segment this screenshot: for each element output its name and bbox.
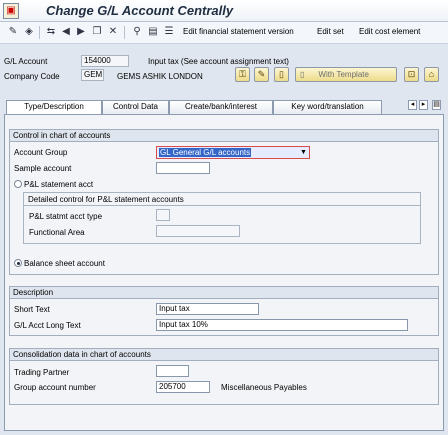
pl-acct-type-label: P&L statmt acct type: [29, 212, 103, 221]
balance-sheet-radio[interactable]: [14, 259, 22, 267]
display-change-icon[interactable]: ✎: [6, 25, 20, 39]
sample-account-label: Sample account: [14, 164, 72, 173]
divider: [23, 205, 421, 206]
pl-statement-label: P&L statement acct: [24, 180, 94, 189]
functional-area-label: Functional Area: [29, 228, 85, 237]
trash-icon[interactable]: ⌂: [424, 67, 439, 82]
control-group-title: Control in chart of accounts: [10, 130, 438, 142]
consolidation-group-title: Consolidation data in chart of accounts: [10, 349, 438, 361]
next-icon[interactable]: ▶: [74, 25, 88, 39]
company-code-label: Company Code: [4, 72, 60, 81]
consolidation-group: Consolidation data in chart of accounts: [9, 348, 439, 405]
sap-app-icon: ▣: [3, 3, 19, 19]
edit-set-button[interactable]: Edit set: [317, 27, 344, 36]
key-icon[interactable]: ⚿: [235, 67, 250, 82]
template-icon: ▯: [300, 70, 305, 79]
account-group-dropdown[interactable]: GL General G/L accounts ▼: [156, 146, 310, 159]
tab-scroll-left-icon[interactable]: ◂: [408, 100, 417, 110]
tab-scroll-right-icon[interactable]: ▸: [419, 100, 428, 110]
group-account-field[interactable]: 205700: [156, 381, 210, 393]
edit-cost-element-button[interactable]: Edit cost element: [359, 27, 420, 36]
page-title: Change G/L Account Centrally: [46, 3, 234, 18]
group-account-description: Miscellaneous Payables: [221, 383, 307, 392]
toolbar-separator: [39, 26, 40, 39]
company-name: GEMS ASHIK LONDON: [117, 72, 203, 81]
pencil-icon[interactable]: ✎: [254, 67, 269, 82]
copy-icon[interactable]: ❐: [90, 25, 104, 39]
balance-sheet-label: Balance sheet account: [24, 259, 105, 268]
long-text-field[interactable]: Input tax 10%: [156, 319, 408, 331]
short-text-field[interactable]: Input tax: [156, 303, 259, 315]
document-icon[interactable]: ▤: [146, 25, 160, 39]
gl-account-description: Input tax (See account assignment text): [148, 57, 289, 66]
application-toolbar: ✎ ◈ ⇆ ◀ ▶ ❐ ✕ ⚲ ▤ ☰ Edit financial state…: [0, 22, 448, 44]
tab-key-word-translation[interactable]: Key word/translation: [273, 100, 382, 114]
long-text-label: G/L Acct Long Text: [14, 321, 81, 330]
pl-statement-radio[interactable]: [14, 180, 22, 188]
page-icon[interactable]: ▯: [274, 67, 289, 82]
trading-partner-label: Trading Partner: [14, 368, 70, 377]
pl-detail-title: Detailed control for P&L statement accou…: [28, 195, 184, 204]
account-group-label: Account Group: [14, 148, 68, 157]
pl-acct-type-field[interactable]: [156, 209, 170, 221]
lock-icon[interactable]: ⊡: [404, 67, 419, 82]
functional-area-field[interactable]: [156, 225, 240, 237]
gl-account-label: G/L Account: [4, 57, 48, 66]
previous-icon[interactable]: ◀: [59, 25, 73, 39]
with-template-label: With Template: [318, 70, 369, 79]
account-group-value: GL General G/L accounts: [159, 148, 252, 157]
toolbar-separator: [124, 26, 125, 39]
short-text-label: Short Text: [14, 305, 50, 314]
chevron-down-icon[interactable]: ▼: [299, 148, 308, 157]
tab-create-bank-interest[interactable]: Create/bank/interest: [169, 100, 273, 114]
list-icon[interactable]: ☰: [162, 25, 176, 39]
filter-icon[interactable]: ⚲: [130, 25, 144, 39]
delete-icon[interactable]: ✕: [106, 25, 120, 39]
with-template-button[interactable]: ▯ With Template: [295, 67, 397, 82]
other-object-icon[interactable]: ⇆: [44, 25, 58, 39]
gl-account-field[interactable]: 154000: [81, 55, 129, 67]
tab-type-description[interactable]: Type/Description: [6, 100, 102, 114]
group-account-label: Group account number: [14, 383, 96, 392]
company-code-field[interactable]: GEM: [81, 69, 104, 81]
title-bar: ▣ Change G/L Account Centrally: [0, 0, 448, 22]
tab-list-icon[interactable]: ▤: [432, 100, 441, 110]
tab-control-data[interactable]: Control Data: [102, 100, 169, 114]
description-group-title: Description: [10, 287, 438, 299]
select-icon[interactable]: ◈: [22, 25, 36, 39]
trading-partner-field[interactable]: [156, 365, 189, 377]
edit-financial-statement-version-button[interactable]: Edit financial statement version: [183, 27, 294, 36]
sample-account-field[interactable]: [156, 162, 210, 174]
